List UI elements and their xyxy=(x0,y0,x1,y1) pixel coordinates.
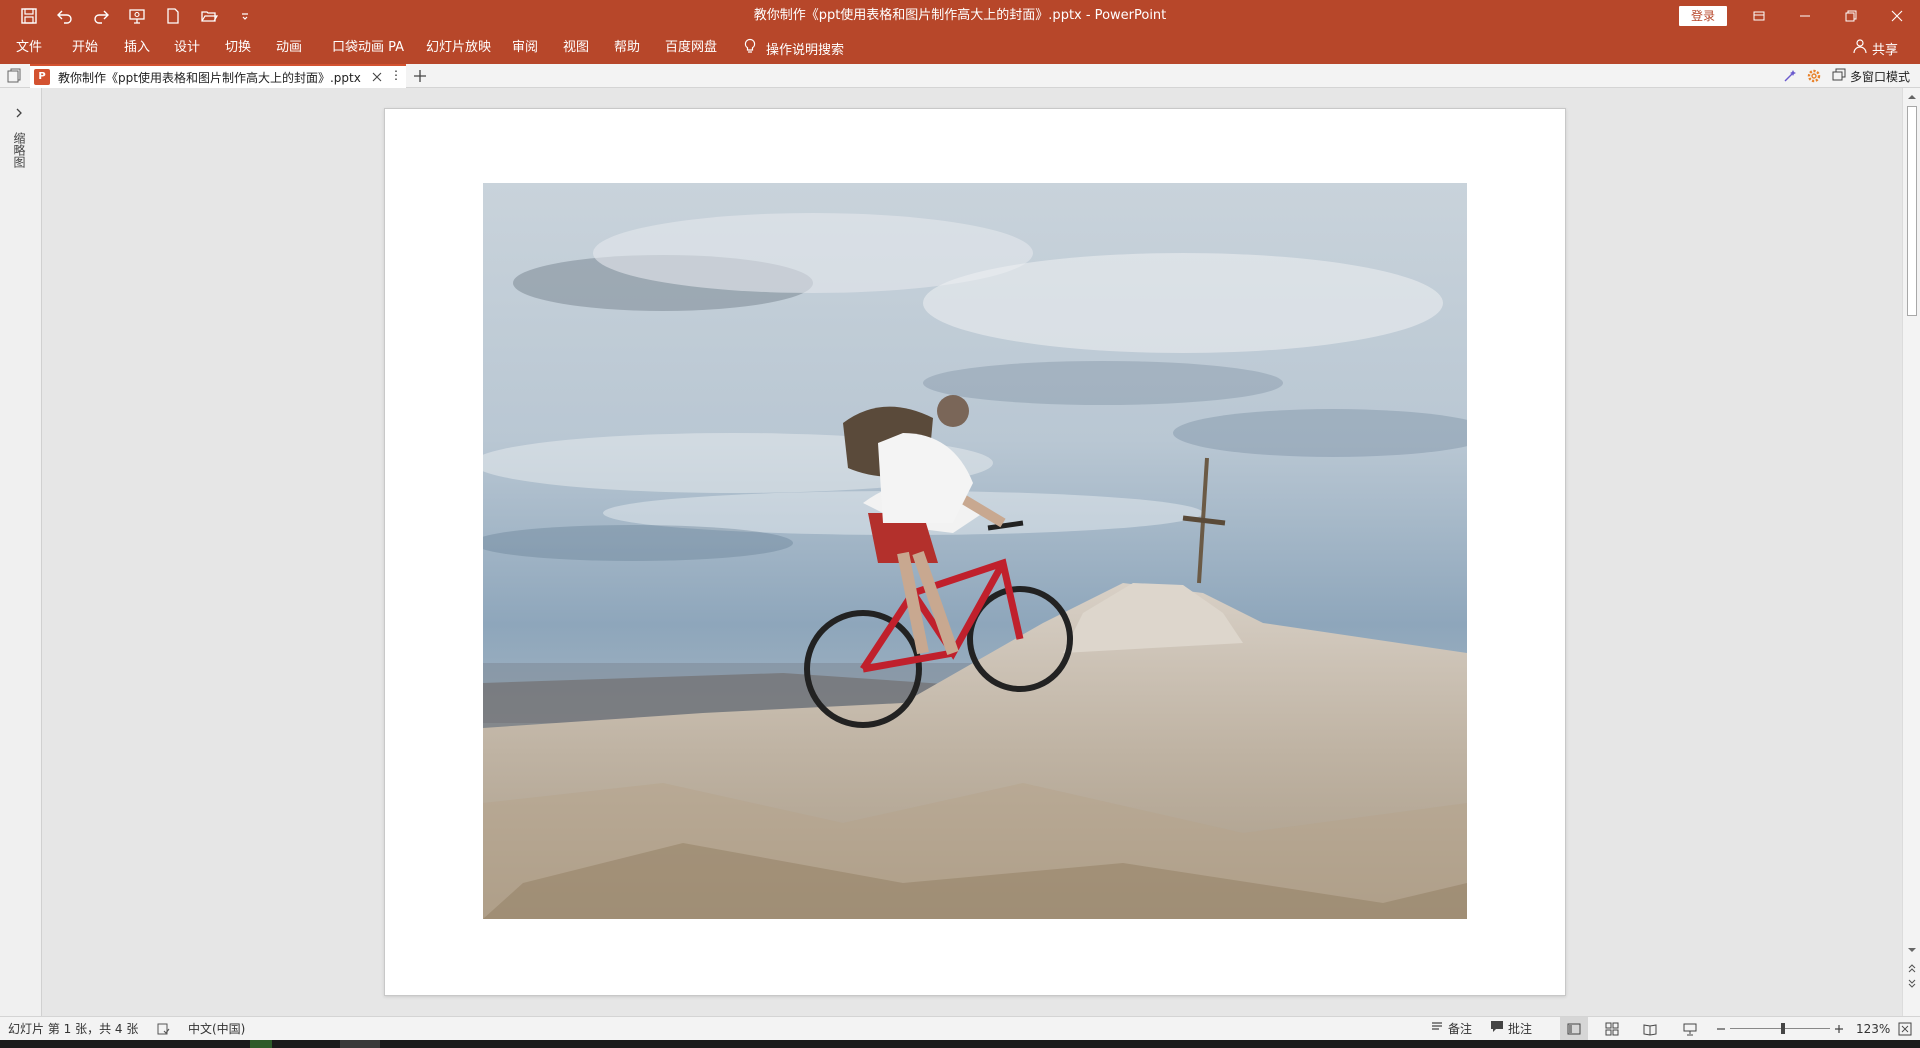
minimize-icon[interactable] xyxy=(1782,0,1828,32)
fit-to-window-icon[interactable] xyxy=(1898,1017,1912,1041)
notes-label: 备注 xyxy=(1448,1022,1473,1036)
tab-pocket-animation[interactable]: 口袋动画 PA xyxy=(332,32,404,64)
zoom-level[interactable]: 123% xyxy=(1856,1017,1890,1041)
tab-design[interactable]: 设计 xyxy=(174,32,200,64)
gear-icon[interactable] xyxy=(1802,64,1826,88)
previous-slide-icon[interactable] xyxy=(1906,962,1918,974)
new-file-icon[interactable] xyxy=(158,2,188,30)
tab-transitions[interactable]: 切换 xyxy=(225,32,251,64)
new-tab-icon[interactable] xyxy=(410,66,430,86)
quick-access-toolbar xyxy=(14,0,260,32)
redo-icon[interactable] xyxy=(86,2,116,30)
vertical-scrollbar[interactable] xyxy=(1902,88,1920,1016)
window-title: 教你制作《ppt使用表格和图片制作高大上的封面》.pptx - PowerPoi… xyxy=(753,8,1167,23)
tab-home[interactable]: 开始 xyxy=(72,32,98,64)
thumbnail-pane-collapsed: 缩略图 xyxy=(0,88,42,1016)
slide[interactable] xyxy=(384,108,1566,996)
document-tab[interactable]: P 教你制作《ppt使用表格和图片制作高大上的封面》.pptx ⋮ xyxy=(30,64,406,88)
open-folder-icon[interactable] xyxy=(194,2,224,30)
restore-icon[interactable] xyxy=(1828,0,1874,32)
multi-window-label: 多窗口模式 xyxy=(1849,69,1910,84)
slideshow-from-start-icon[interactable] xyxy=(122,2,152,30)
normal-view-icon[interactable] xyxy=(1560,1017,1588,1041)
powerpoint-file-icon: P xyxy=(34,69,50,85)
zoom-slider-track[interactable] xyxy=(1730,1028,1830,1029)
ribbon-tab-bar: 文件 开始 插入 设计 切换 动画 口袋动画 PA 幻灯片放映 审阅 视图 帮助… xyxy=(0,32,1920,64)
document-tab-name: 教你制作《ppt使用表格和图片制作高大上的封面》.pptx xyxy=(58,70,361,85)
tab-baidu-netdisk[interactable]: 百度网盘 xyxy=(665,32,717,64)
scroll-down-icon[interactable] xyxy=(1906,944,1918,956)
mountain-cyclist-photo-icon xyxy=(483,183,1467,919)
share-label: 共享 xyxy=(1872,42,1899,58)
tell-me-search[interactable]: 操作说明搜索 xyxy=(742,32,844,64)
person-icon xyxy=(1852,38,1868,58)
windows-icon xyxy=(1832,68,1846,85)
multi-window-mode-button[interactable]: 多窗口模式 xyxy=(1826,68,1920,85)
tab-file[interactable]: 文件 xyxy=(16,32,42,64)
login-button[interactable]: 登录 xyxy=(1679,6,1727,26)
ribbon-display-options-icon[interactable] xyxy=(1736,0,1782,32)
status-bar: 幻灯片 第 1 张，共 4 张 中文(中国) 备注 批注 123% xyxy=(0,1016,1920,1041)
title-bar: 教你制作《ppt使用表格和图片制作高大上的封面》.pptx - PowerPoi… xyxy=(0,0,1920,32)
notes-button[interactable]: 备注 xyxy=(1430,1017,1472,1041)
thumbnails-label[interactable]: 缩略图 xyxy=(11,132,28,168)
slide-sorter-icon[interactable] xyxy=(1598,1017,1626,1041)
zoom-slider-thumb[interactable] xyxy=(1781,1023,1785,1034)
accessibility-check-icon[interactable] xyxy=(156,1017,170,1041)
save-icon[interactable] xyxy=(14,2,44,30)
document-tab-strip: P 教你制作《ppt使用表格和图片制作高大上的封面》.pptx ⋮ 多窗口模式 xyxy=(0,64,1920,88)
zoom-in-icon[interactable] xyxy=(1832,1017,1846,1041)
tab-view[interactable]: 视图 xyxy=(563,32,589,64)
slideshow-view-icon[interactable] xyxy=(1676,1017,1704,1041)
comments-label: 批注 xyxy=(1508,1022,1533,1036)
close-window-icon[interactable] xyxy=(1874,0,1920,32)
sparkle-tool-icon[interactable] xyxy=(1778,64,1802,88)
undo-icon[interactable] xyxy=(50,2,80,30)
os-taskbar-edge xyxy=(0,1040,1920,1048)
tell-me-label: 操作说明搜索 xyxy=(766,42,845,58)
tab-animations[interactable]: 动画 xyxy=(276,32,302,64)
share-button[interactable]: 共享 xyxy=(1852,32,1898,64)
tab-more-icon[interactable]: ⋮ xyxy=(390,68,402,82)
notes-icon xyxy=(1430,1017,1444,1041)
tab-insert[interactable]: 插入 xyxy=(124,32,150,64)
close-tab-icon[interactable] xyxy=(370,70,384,84)
scroll-up-icon[interactable] xyxy=(1906,91,1918,103)
customize-qat-icon[interactable] xyxy=(230,2,260,30)
comment-icon xyxy=(1490,1017,1504,1041)
zoom-out-icon[interactable] xyxy=(1714,1017,1728,1041)
lightbulb-icon xyxy=(742,38,758,58)
slide-photo[interactable] xyxy=(483,183,1467,919)
reading-view-icon[interactable] xyxy=(1636,1017,1664,1041)
tab-slideshow[interactable]: 幻灯片放映 xyxy=(426,32,491,64)
comments-button[interactable]: 批注 xyxy=(1490,1017,1532,1041)
tab-review[interactable]: 审阅 xyxy=(512,32,538,64)
slide-counter[interactable]: 幻灯片 第 1 张，共 4 张 xyxy=(8,1017,138,1041)
scroll-thumb[interactable] xyxy=(1907,106,1917,316)
slide-editing-canvas xyxy=(42,88,1902,1016)
tab-help[interactable]: 帮助 xyxy=(614,32,640,64)
language-indicator[interactable]: 中文(中国) xyxy=(188,1017,245,1041)
next-slide-icon[interactable] xyxy=(1906,978,1918,990)
chevron-right-icon[interactable] xyxy=(12,106,26,120)
recent-files-icon[interactable] xyxy=(6,68,22,84)
